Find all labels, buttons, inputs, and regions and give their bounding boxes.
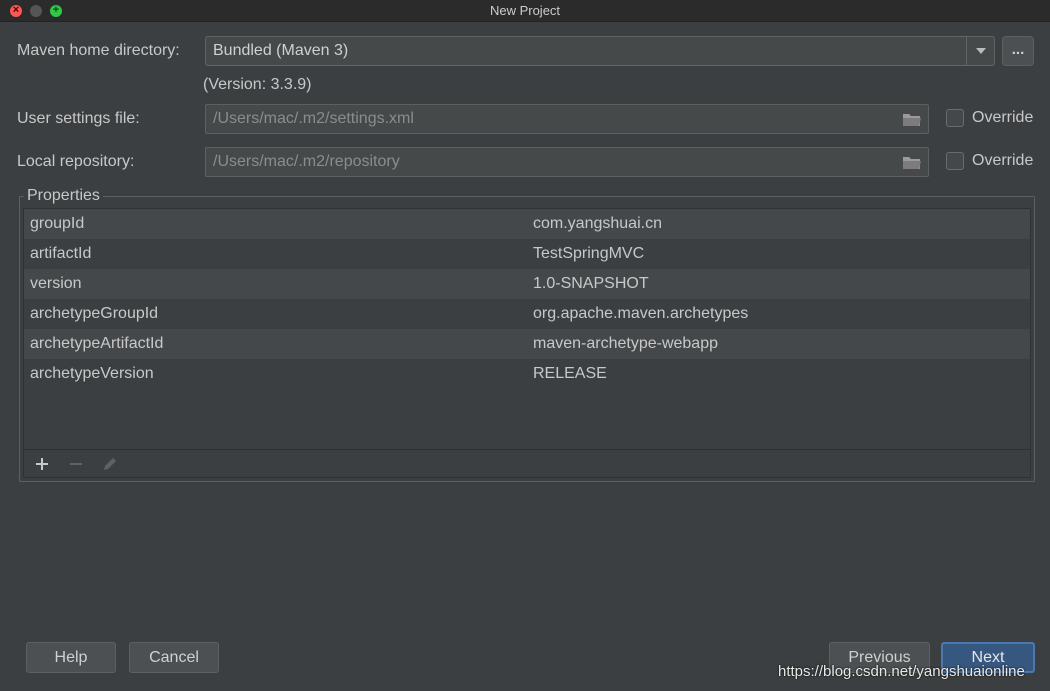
local-repo-override-checkbox[interactable] [946,152,964,170]
user-settings-override-label[interactable]: Override [972,109,1033,127]
property-key: groupId [30,215,85,232]
minus-icon[interactable] [66,454,86,474]
local-repo-input[interactable] [206,148,896,176]
pencil-icon[interactable] [100,454,120,474]
property-value: 1.0-SNAPSHOT [533,275,649,292]
local-repo-override-label[interactable]: Override [972,152,1033,170]
property-value: maven-archetype-webapp [533,335,718,352]
property-key: artifactId [30,245,92,262]
title-bar: × + New Project [0,0,1050,22]
folder-icon[interactable] [902,155,922,170]
property-key: version [30,275,82,292]
folder-icon[interactable] [902,112,922,127]
maven-home-label: Maven home directory: [17,42,180,59]
table-row[interactable]: groupId com.yangshuai.cn [24,209,1030,239]
properties-toolbar [24,449,1030,477]
chevron-down-icon[interactable] [966,37,994,65]
property-value: org.apache.maven.archetypes [533,305,749,322]
maven-home-value: Bundled (Maven 3) [213,42,349,59]
maven-home-browse-button[interactable]: ... [1002,36,1034,66]
local-repo-field[interactable] [205,147,929,177]
maven-home-select[interactable]: Bundled (Maven 3) [205,36,995,66]
window-title: New Project [489,3,561,18]
property-key: archetypeArtifactId [30,335,164,352]
maven-version-text: (Version: 3.3.9) [203,76,312,93]
help-button[interactable]: Help [26,642,116,673]
property-value: TestSpringMVC [533,245,645,262]
property-value: RELEASE [533,365,607,382]
plus-icon[interactable] [32,454,52,474]
table-row[interactable]: artifactId TestSpringMVC [24,239,1030,269]
cancel-button[interactable]: Cancel [129,642,219,673]
user-settings-input[interactable] [206,105,896,133]
property-key: archetypeVersion [30,365,154,382]
table-row[interactable]: archetypeGroupId org.apache.maven.archet… [24,299,1030,329]
user-settings-override-checkbox[interactable] [946,109,964,127]
properties-title: Properties [24,187,103,205]
property-key: archetypeGroupId [30,305,159,322]
properties-table: groupId com.yangshuai.cn artifactId Test… [23,208,1031,478]
property-value: com.yangshuai.cn [533,215,662,232]
user-settings-field[interactable] [205,104,929,134]
local-repo-label: Local repository: [17,153,135,170]
table-row[interactable]: archetypeArtifactId maven-archetype-weba… [24,329,1030,359]
table-row[interactable]: archetypeVersion RELEASE [24,359,1030,389]
user-settings-label: User settings file: [17,110,140,127]
table-row[interactable]: version 1.0-SNAPSHOT [24,269,1030,299]
watermark-text: https://blog.csdn.net/yangshuaionline [778,663,1025,680]
